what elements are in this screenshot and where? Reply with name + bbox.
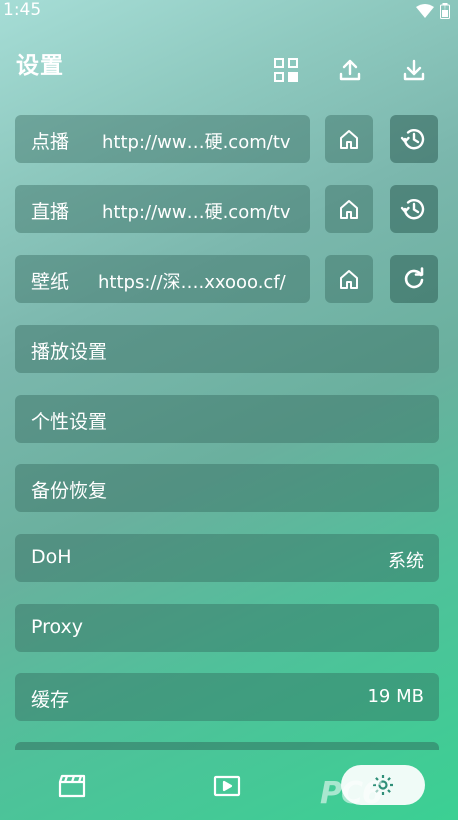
live-home-button[interactable] xyxy=(325,185,373,233)
wallpaper-home-button[interactable] xyxy=(325,255,373,303)
home-icon xyxy=(340,130,358,149)
personal-settings-row[interactable]: 个性设置 xyxy=(15,395,439,443)
history-icon xyxy=(400,129,425,150)
wallpaper-label: 壁纸 xyxy=(31,271,70,293)
doh-label: DoH xyxy=(31,546,72,568)
battery-icon: ! xyxy=(440,3,450,19)
nav-live[interactable] xyxy=(213,773,241,799)
refresh-icon xyxy=(404,267,424,289)
download-button[interactable] xyxy=(400,56,428,84)
wallpaper-refresh-button[interactable] xyxy=(390,255,438,303)
film-icon xyxy=(58,774,86,798)
wallpaper-row[interactable]: 壁纸 https://深….xxooo.cf/ xyxy=(15,255,310,303)
download-icon xyxy=(403,59,425,81)
playback-settings-row[interactable]: 播放设置 xyxy=(15,325,439,373)
qrcode-button[interactable] xyxy=(272,56,300,84)
playback-settings-label: 播放设置 xyxy=(31,341,108,363)
live-label: 直播 xyxy=(31,201,70,223)
cache-label: 缓存 xyxy=(31,689,70,711)
vod-home-button[interactable] xyxy=(325,115,373,163)
vod-source-row[interactable]: 点播 http://ww…硬.com/tv xyxy=(15,115,310,163)
vod-url: http://ww…硬.com/tv xyxy=(102,132,291,153)
backup-restore-label: 备份恢复 xyxy=(31,480,108,502)
doh-row[interactable]: DoH 系统 xyxy=(15,534,439,582)
backup-restore-row[interactable]: 备份恢复 xyxy=(15,464,439,512)
vod-label: 点播 xyxy=(31,131,70,153)
home-icon xyxy=(340,270,358,289)
live-source-row[interactable]: 直播 http://ww…硬.com/tv xyxy=(15,185,310,233)
upload-button[interactable] xyxy=(336,56,364,84)
history-icon xyxy=(400,199,425,220)
qrcode-icon xyxy=(274,58,298,82)
partial-row xyxy=(15,742,439,750)
nav-vod[interactable] xyxy=(58,773,86,799)
wallpaper-url: https://深….xxooo.cf/ xyxy=(98,272,286,293)
home-icon xyxy=(340,200,358,219)
proxy-row[interactable]: Proxy xyxy=(15,604,439,652)
page-title: 设置 xyxy=(16,53,64,79)
cache-size: 19 MB xyxy=(367,686,424,707)
status-icons: ! xyxy=(416,3,450,19)
proxy-label: Proxy xyxy=(31,616,84,638)
live-history-button[interactable] xyxy=(390,185,438,233)
status-bar: 1:45 ! xyxy=(0,0,458,24)
personal-settings-label: 个性设置 xyxy=(31,411,108,433)
vod-history-button[interactable] xyxy=(390,115,438,163)
doh-value: 系统 xyxy=(388,551,424,572)
wifi-icon xyxy=(416,4,434,18)
cache-row[interactable]: 缓存 19 MB xyxy=(15,673,439,721)
status-time: 1:45 xyxy=(3,0,42,20)
watermark-logo: PC6 xyxy=(320,776,383,811)
upload-icon xyxy=(339,59,361,81)
live-url: http://ww…硬.com/tv xyxy=(102,202,291,223)
play-icon xyxy=(213,775,241,797)
